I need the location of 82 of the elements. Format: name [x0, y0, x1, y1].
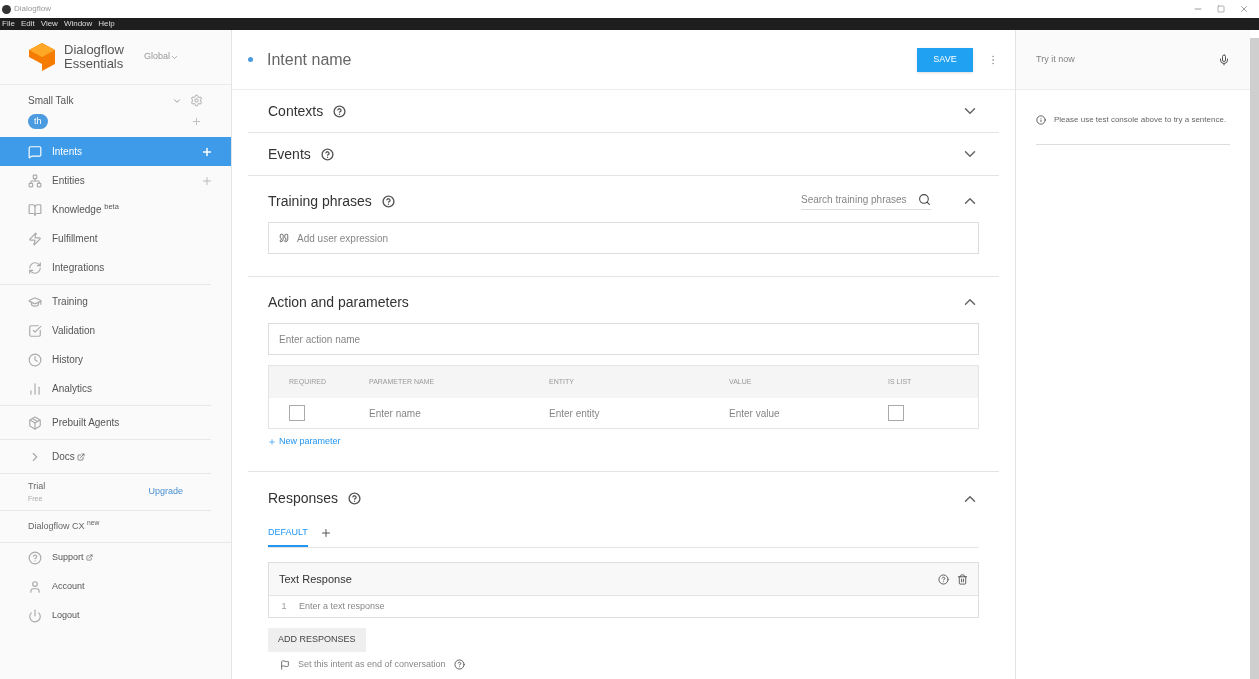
brand-name: Essentials: [64, 57, 124, 71]
sidebar-item[interactable]: Prebuilt Agents: [0, 408, 231, 437]
test-console-field[interactable]: Try it now: [1036, 52, 1218, 67]
trash-icon[interactable]: [957, 573, 968, 585]
plan-name: Trial: [28, 480, 47, 493]
power-icon: [28, 608, 42, 623]
sidebar-item[interactable]: Validation: [0, 316, 231, 345]
sidebar-item[interactable]: Support: [0, 543, 231, 572]
input-field[interactable]: Enter name: [369, 405, 549, 421]
help-icon[interactable]: [320, 147, 334, 161]
response-input[interactable]: Enter a text response: [299, 599, 978, 614]
search-icon[interactable]: [918, 193, 931, 206]
logo-icon: [28, 42, 56, 72]
add-responses-button[interactable]: ADD RESPONSES: [268, 628, 366, 652]
checkbox[interactable]: [289, 405, 305, 421]
help-circle-icon: [28, 550, 42, 565]
section-title: Events: [268, 144, 311, 164]
input-field[interactable]: Enter action name: [268, 323, 979, 355]
flag-icon: [280, 659, 290, 670]
sidebar-item[interactable]: Account: [0, 572, 231, 601]
search-input[interactable]: Search training phrases: [801, 192, 918, 207]
bar-chart-icon: [28, 381, 42, 396]
brand-name: Dialogflow: [64, 43, 124, 57]
search-field[interactable]: Search training phrases: [801, 192, 931, 210]
agent-name: Small Talk: [28, 94, 75, 108]
menu-item[interactable]: Window: [63, 18, 93, 30]
sidebar-item[interactable]: Entities: [0, 166, 231, 195]
quote-icon: [279, 233, 289, 243]
row-number: 1: [280, 599, 288, 613]
sidebar-link[interactable]: Dialogflow CX $^{new}$: [28, 519, 100, 534]
microphone-icon[interactable]: [1218, 53, 1230, 66]
external-link-icon: [85, 554, 93, 561]
chat-bubble-icon: [28, 144, 42, 159]
checkbox[interactable]: [888, 405, 904, 421]
bolt-icon: [28, 231, 42, 246]
input-field[interactable]: Add user expression: [268, 222, 979, 254]
action-name-input[interactable]: Enter action name: [279, 331, 968, 347]
book-icon: [28, 202, 42, 217]
checkbox-icon: [28, 323, 42, 338]
section-title: Action and parameters: [268, 292, 409, 312]
intent-name-field[interactable]: Intent name: [267, 47, 917, 72]
help-icon[interactable]: [333, 104, 347, 118]
graduation-cap-icon: [28, 294, 42, 309]
add-icon[interactable]: [319, 527, 332, 540]
expression-input[interactable]: Add user expression: [297, 230, 968, 246]
sidebar-item[interactable]: Fulfillment: [0, 224, 231, 253]
help-icon[interactable]: [453, 659, 465, 671]
sidebar-item[interactable]: Logout: [0, 601, 231, 630]
section-title: Training phrases: [268, 191, 372, 211]
sidebar-item[interactable]: Docs: [0, 442, 231, 471]
section-title: Contexts: [268, 101, 324, 121]
package-icon: [28, 415, 42, 430]
window-title: Dialogflow: [14, 3, 52, 15]
hierarchy-icon: [28, 173, 42, 188]
help-icon[interactable]: [381, 194, 395, 208]
close-icon[interactable]: [1239, 4, 1249, 14]
sidebar-item[interactable]: Knowledge $^{beta}$: [0, 195, 231, 224]
sidebar-item[interactable]: History: [0, 345, 231, 374]
menu-item[interactable]: Help: [98, 18, 115, 30]
card-title: Text Response: [279, 571, 353, 587]
help-icon[interactable]: [348, 492, 362, 505]
circular-arrows-icon: [28, 260, 42, 275]
sidebar-item[interactable]: Analytics: [0, 374, 231, 403]
menu-item[interactable]: File: [2, 18, 15, 30]
input-field[interactable]: Enter entity: [549, 405, 729, 421]
add-icon[interactable]: [201, 145, 213, 158]
menu-item[interactable]: View: [40, 18, 58, 30]
end-conversation-label: Set this intent as end of conversation: [298, 658, 446, 671]
section-title: Responses: [268, 489, 339, 508]
sidebar-item[interactable]: Integrations: [0, 253, 231, 282]
console-message: Please use test console above to try a sentence.: [1054, 114, 1227, 126]
app-logo-icon: [2, 4, 11, 14]
help-icon[interactable]: [938, 573, 949, 585]
upgrade-link[interactable]: Upgrade: [148, 485, 183, 499]
info-icon: [1036, 115, 1046, 125]
input-field[interactable]: Enter value: [729, 405, 888, 421]
sidebar-item[interactable]: Training: [0, 287, 231, 316]
clock-icon: [28, 352, 42, 367]
external-link-icon: [76, 452, 85, 461]
menu-item[interactable]: Edit: [20, 18, 35, 30]
scrollbar[interactable]: [1250, 38, 1259, 679]
user-icon: [28, 579, 42, 594]
